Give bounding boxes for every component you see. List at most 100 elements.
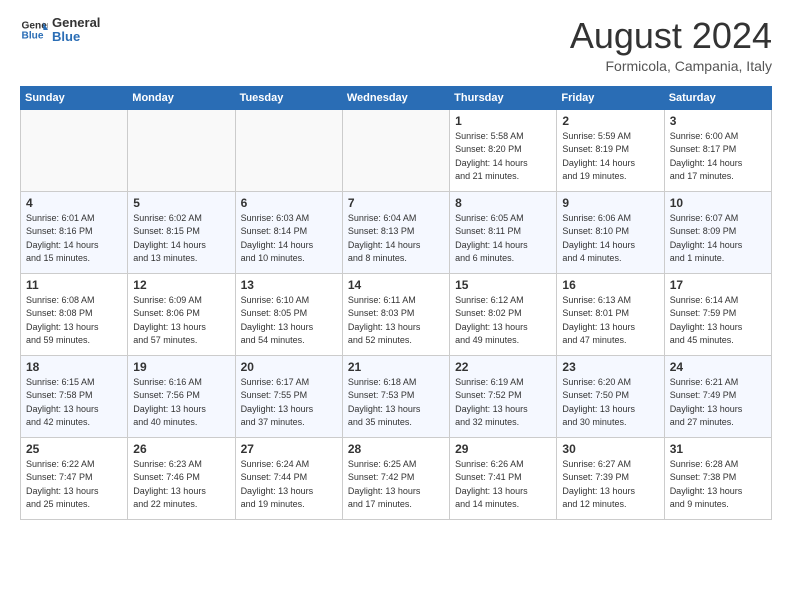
logo-blue-text: Blue — [52, 30, 100, 44]
day-info: Sunrise: 6:12 AM Sunset: 8:02 PM Dayligh… — [455, 294, 551, 348]
table-cell — [235, 109, 342, 191]
table-cell: 28 Sunrise: 6:25 AM Sunset: 7:42 PM Dayli… — [342, 437, 449, 519]
week-row-1: 1Sunrise: 5:58 AM Sunset: 8:20 PM Daylig… — [21, 109, 772, 191]
day-info: Sunrise: 6:20 AM Sunset: 7:50 PM Dayligh… — [562, 376, 658, 430]
table-cell: 23 Sunrise: 6:20 AM Sunset: 7:50 PM Dayli… — [557, 355, 664, 437]
day-number: 29 — [455, 442, 551, 456]
day-number: 8 — [455, 196, 551, 210]
day-number: 9 — [562, 196, 658, 210]
table-cell: 18 Sunrise: 6:15 AM Sunset: 7:58 PM Dayli… — [21, 355, 128, 437]
table-cell — [342, 109, 449, 191]
table-cell: 15Sunrise: 6:12 AM Sunset: 8:02 PM Dayli… — [450, 273, 557, 355]
day-number: 6 — [241, 196, 337, 210]
table-cell: 5 Sunrise: 6:02 AM Sunset: 8:15 PM Daylig… — [128, 191, 235, 273]
table-cell: 22 Sunrise: 6:19 AM Sunset: 7:52 PM Dayli… — [450, 355, 557, 437]
day-info: Sunrise: 6:16 AM Sunset: 7:56 PM Dayligh… — [133, 376, 229, 430]
day-number: 23 — [562, 360, 658, 374]
day-info: Sunrise: 6:22 AM Sunset: 7:47 PM Dayligh… — [26, 458, 122, 512]
day-info: Sunrise: 6:05 AM Sunset: 8:11 PM Dayligh… — [455, 212, 551, 266]
page: General Blue General Blue August 2024 Fo… — [0, 0, 792, 612]
day-number: 17 — [670, 278, 766, 292]
table-cell: 19 Sunrise: 6:16 AM Sunset: 7:56 PM Dayli… — [128, 355, 235, 437]
day-info: Sunrise: 6:18 AM Sunset: 7:53 PM Dayligh… — [348, 376, 444, 430]
table-cell: 11 Sunrise: 6:08 AM Sunset: 8:08 PM Dayli… — [21, 273, 128, 355]
day-info: Sunrise: 6:19 AM Sunset: 7:52 PM Dayligh… — [455, 376, 551, 430]
col-thursday: Thursday — [450, 86, 557, 109]
day-number: 30 — [562, 442, 658, 456]
table-cell: 16 Sunrise: 6:13 AM Sunset: 8:01 PM Dayli… — [557, 273, 664, 355]
day-number: 18 — [26, 360, 122, 374]
logo-general-text: General — [52, 16, 100, 30]
table-cell: 21 Sunrise: 6:18 AM Sunset: 7:53 PM Dayli… — [342, 355, 449, 437]
day-info: Sunrise: 6:24 AM Sunset: 7:44 PM Dayligh… — [241, 458, 337, 512]
table-cell — [21, 109, 128, 191]
table-cell: 1Sunrise: 5:58 AM Sunset: 8:20 PM Daylig… — [450, 109, 557, 191]
day-info: Sunrise: 6:10 AM Sunset: 8:05 PM Dayligh… — [241, 294, 337, 348]
day-info: Sunrise: 6:02 AM Sunset: 8:15 PM Dayligh… — [133, 212, 229, 266]
table-cell — [128, 109, 235, 191]
calendar-table: Sunday Monday Tuesday Wednesday Thursday… — [20, 86, 772, 520]
day-number: 14 — [348, 278, 444, 292]
table-cell: 2Sunrise: 5:59 AM Sunset: 8:19 PM Daylig… — [557, 109, 664, 191]
day-number: 20 — [241, 360, 337, 374]
week-row-3: 11 Sunrise: 6:08 AM Sunset: 8:08 PM Dayli… — [21, 273, 772, 355]
day-number: 4 — [26, 196, 122, 210]
day-info: Sunrise: 6:26 AM Sunset: 7:41 PM Dayligh… — [455, 458, 551, 512]
day-info: Sunrise: 6:03 AM Sunset: 8:14 PM Dayligh… — [241, 212, 337, 266]
day-number: 5 — [133, 196, 229, 210]
logo-area: General Blue General Blue — [20, 16, 100, 45]
day-info: Sunrise: 6:17 AM Sunset: 7:55 PM Dayligh… — [241, 376, 337, 430]
week-row-4: 18 Sunrise: 6:15 AM Sunset: 7:58 PM Dayli… — [21, 355, 772, 437]
day-info: Sunrise: 6:15 AM Sunset: 7:58 PM Dayligh… — [26, 376, 122, 430]
day-info: Sunrise: 6:01 AM Sunset: 8:16 PM Dayligh… — [26, 212, 122, 266]
day-number: 12 — [133, 278, 229, 292]
day-number: 1 — [455, 114, 551, 128]
day-number: 16 — [562, 278, 658, 292]
table-cell: 6 Sunrise: 6:03 AM Sunset: 8:14 PM Daylig… — [235, 191, 342, 273]
day-number: 3 — [670, 114, 766, 128]
table-cell: 14Sunrise: 6:11 AM Sunset: 8:03 PM Dayli… — [342, 273, 449, 355]
calendar-body: 1Sunrise: 5:58 AM Sunset: 8:20 PM Daylig… — [21, 109, 772, 519]
day-number: 19 — [133, 360, 229, 374]
table-cell: 3Sunrise: 6:00 AM Sunset: 8:17 PM Daylig… — [664, 109, 771, 191]
day-info: Sunrise: 6:23 AM Sunset: 7:46 PM Dayligh… — [133, 458, 229, 512]
col-friday: Friday — [557, 86, 664, 109]
day-number: 28 — [348, 442, 444, 456]
header-row: Sunday Monday Tuesday Wednesday Thursday… — [21, 86, 772, 109]
day-number: 11 — [26, 278, 122, 292]
col-wednesday: Wednesday — [342, 86, 449, 109]
table-cell: 20 Sunrise: 6:17 AM Sunset: 7:55 PM Dayli… — [235, 355, 342, 437]
week-row-2: 4 Sunrise: 6:01 AM Sunset: 8:16 PM Daylig… — [21, 191, 772, 273]
table-cell: 4 Sunrise: 6:01 AM Sunset: 8:16 PM Daylig… — [21, 191, 128, 273]
day-number: 7 — [348, 196, 444, 210]
day-number: 13 — [241, 278, 337, 292]
day-info: Sunrise: 6:25 AM Sunset: 7:42 PM Dayligh… — [348, 458, 444, 512]
day-number: 22 — [455, 360, 551, 374]
table-cell: 12Sunrise: 6:09 AM Sunset: 8:06 PM Dayli… — [128, 273, 235, 355]
table-cell: 30Sunrise: 6:27 AM Sunset: 7:39 PM Dayli… — [557, 437, 664, 519]
day-number: 21 — [348, 360, 444, 374]
day-number: 10 — [670, 196, 766, 210]
col-tuesday: Tuesday — [235, 86, 342, 109]
table-cell: 9Sunrise: 6:06 AM Sunset: 8:10 PM Daylig… — [557, 191, 664, 273]
col-sunday: Sunday — [21, 86, 128, 109]
col-saturday: Saturday — [664, 86, 771, 109]
table-cell: 17Sunrise: 6:14 AM Sunset: 7:59 PM Dayli… — [664, 273, 771, 355]
table-cell: 26 Sunrise: 6:23 AM Sunset: 7:46 PM Dayli… — [128, 437, 235, 519]
day-number: 26 — [133, 442, 229, 456]
calendar-header: Sunday Monday Tuesday Wednesday Thursday… — [21, 86, 772, 109]
header: General Blue General Blue August 2024 Fo… — [20, 16, 772, 74]
table-cell: 25Sunrise: 6:22 AM Sunset: 7:47 PM Dayli… — [21, 437, 128, 519]
day-number: 31 — [670, 442, 766, 456]
day-info: Sunrise: 6:21 AM Sunset: 7:49 PM Dayligh… — [670, 376, 766, 430]
day-info: Sunrise: 6:07 AM Sunset: 8:09 PM Dayligh… — [670, 212, 766, 266]
day-info: Sunrise: 6:13 AM Sunset: 8:01 PM Dayligh… — [562, 294, 658, 348]
table-cell: 10 Sunrise: 6:07 AM Sunset: 8:09 PM Dayli… — [664, 191, 771, 273]
day-info: Sunrise: 6:08 AM Sunset: 8:08 PM Dayligh… — [26, 294, 122, 348]
day-number: 24 — [670, 360, 766, 374]
table-cell: 31Sunrise: 6:28 AM Sunset: 7:38 PM Dayli… — [664, 437, 771, 519]
day-info: Sunrise: 6:04 AM Sunset: 8:13 PM Dayligh… — [348, 212, 444, 266]
day-number: 2 — [562, 114, 658, 128]
col-monday: Monday — [128, 86, 235, 109]
day-number: 27 — [241, 442, 337, 456]
